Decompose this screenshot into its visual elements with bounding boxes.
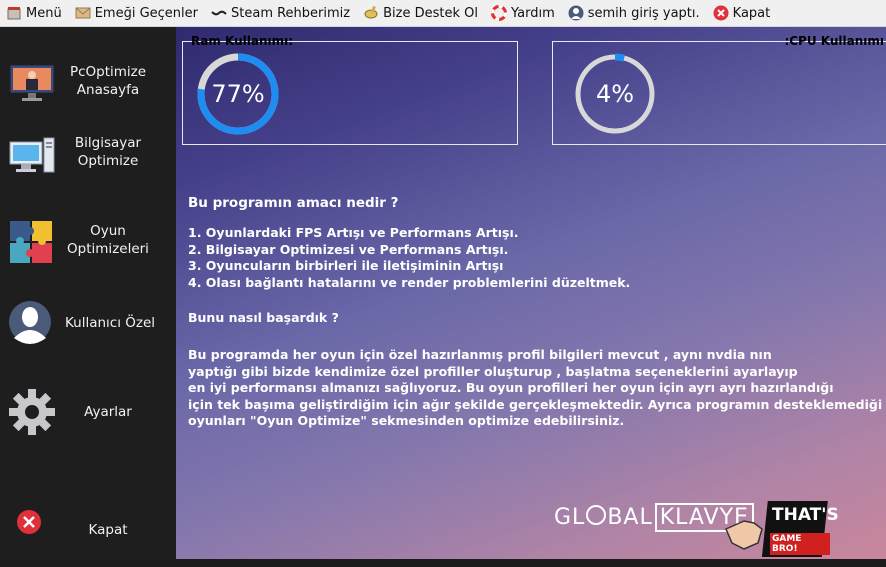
- purpose-list-item: 1. Oyunlardaki FPS Artışı ve Performans …: [188, 225, 519, 240]
- close-label: Kapat: [732, 5, 771, 21]
- sidebar-label-game-optimize: Oyun Optimizeleri: [67, 223, 149, 257]
- puzzle-icon: [8, 219, 56, 267]
- cpu-gauge-value: 4%: [595, 80, 635, 108]
- envelope-icon: [75, 5, 91, 21]
- heading-purpose: Bu programın amacı nedir ?: [188, 195, 399, 211]
- paragraph-line: Bu programda her oyun için özel hazırlan…: [188, 347, 772, 362]
- paragraph-line: en iyi performansı almanızı sağlıyoruz. …: [188, 380, 834, 395]
- help-label: Yardım: [510, 5, 555, 21]
- main-panel: Ram Kullanımı: 77% :CPU Kullanımı 4% Bu …: [176, 27, 886, 559]
- menu-item-user[interactable]: semih giriş yaptı.: [562, 0, 707, 26]
- sidebar-item-settings[interactable]: Ayarlar: [0, 375, 176, 445]
- menu-item-close[interactable]: Kapat: [707, 0, 778, 26]
- purpose-list-item: 4. Olası bağlantı hatalarını ve render p…: [188, 274, 631, 290]
- user-status-label: semih giriş yaptı.: [587, 5, 700, 21]
- menu-item-credits[interactable]: Emeği Geçenler: [69, 0, 205, 26]
- logo2-line2: GAME BRO!: [770, 533, 830, 555]
- sidebar-label-computer-optimize: Bilgisayar Optimize: [74, 135, 142, 169]
- sidebar-item-game-optimize[interactable]: Oyun Optimizeleri: [0, 209, 176, 279]
- monitor-home-icon: [8, 57, 56, 105]
- globe-o-icon: [586, 505, 607, 525]
- purpose-list: 1. Oyunlardaki FPS Artışı ve Performans …: [188, 225, 630, 291]
- paragraph-line: yaptığı gibi bizde kendimize özel profil…: [188, 363, 798, 379]
- sidebar-item-home[interactable]: PcOptimize Anasayfa: [0, 49, 176, 119]
- sidebar-item-close[interactable]: Kapat: [0, 497, 176, 567]
- purpose-list-item: 3. Oyuncuların birbirleri ile iletişimin…: [188, 258, 504, 273]
- credits-label: Emeği Geçenler: [94, 5, 198, 21]
- logo1-part-b: BAL: [607, 505, 653, 530]
- user-icon: [568, 5, 584, 21]
- steam-icon: [211, 5, 227, 21]
- close-icon: [713, 5, 729, 21]
- sidebar-label-home: PcOptimize Anasayfa: [69, 64, 147, 98]
- paragraph-line: oyunları "Oyun Optimize" sekmesinden opt…: [188, 413, 625, 428]
- logo1-part-a: GL: [554, 505, 586, 530]
- gear-icon: [8, 388, 56, 436]
- user-avatar-icon: [8, 300, 56, 348]
- sidebar-item-user[interactable]: Kullanıcı Özel: [0, 287, 176, 357]
- how-paragraph: Bu programda her oyun için özel hazırlan…: [188, 347, 882, 430]
- computer-icon: [8, 132, 56, 180]
- menu-label: Menü: [26, 5, 62, 21]
- support-label: Bize Destek Ol: [383, 5, 478, 21]
- menu-item-help[interactable]: Yardım: [485, 0, 562, 26]
- menu-item-support[interactable]: Bize Destek Ol: [357, 0, 485, 26]
- coin-icon: [363, 5, 379, 21]
- ram-gauge-panel: Ram Kullanımı: 77%: [182, 34, 518, 145]
- cpu-gauge-panel: :CPU Kullanımı 4%: [552, 34, 886, 145]
- heading-how: Bunu nasıl başardık ?: [188, 310, 339, 325]
- steam-guide-label: Steam Rehberimiz: [231, 5, 351, 21]
- ram-gauge-title: Ram Kullanımı:: [191, 34, 294, 48]
- sidebar: PcOptimize Anasayfa Bilgisayar Optimize …: [0, 27, 176, 559]
- purpose-list-item: 2. Bilgisayar Optimizesi ve Performans A…: [188, 241, 509, 257]
- menubar: Menü Emeği Geçenler Steam Rehberimiz Biz…: [0, 0, 886, 27]
- sidebar-label-close: Kapat: [88, 522, 128, 538]
- menu-item-steam-guide[interactable]: Steam Rehberimiz: [205, 0, 357, 26]
- close-circle-icon: [14, 507, 44, 537]
- thats-game-bro-logo: THAT'S GAME BRO!: [724, 499, 839, 559]
- ram-gauge-value: 77%: [211, 80, 265, 108]
- sidebar-label-user: Kullanıcı Özel: [64, 315, 156, 331]
- sidebar-label-settings: Ayarlar: [84, 404, 132, 420]
- cpu-gauge-title: :CPU Kullanımı: [784, 34, 884, 48]
- sidebar-item-computer-optimize[interactable]: Bilgisayar Optimize: [0, 122, 176, 192]
- logo2-line1: THAT'S: [772, 505, 839, 525]
- menu-item-menu[interactable]: Menü: [0, 0, 69, 26]
- menu-icon: [6, 5, 22, 21]
- paragraph-line: için tek başıma geliştirdiğim için ağır …: [188, 396, 883, 412]
- lifebuoy-icon: [490, 5, 507, 21]
